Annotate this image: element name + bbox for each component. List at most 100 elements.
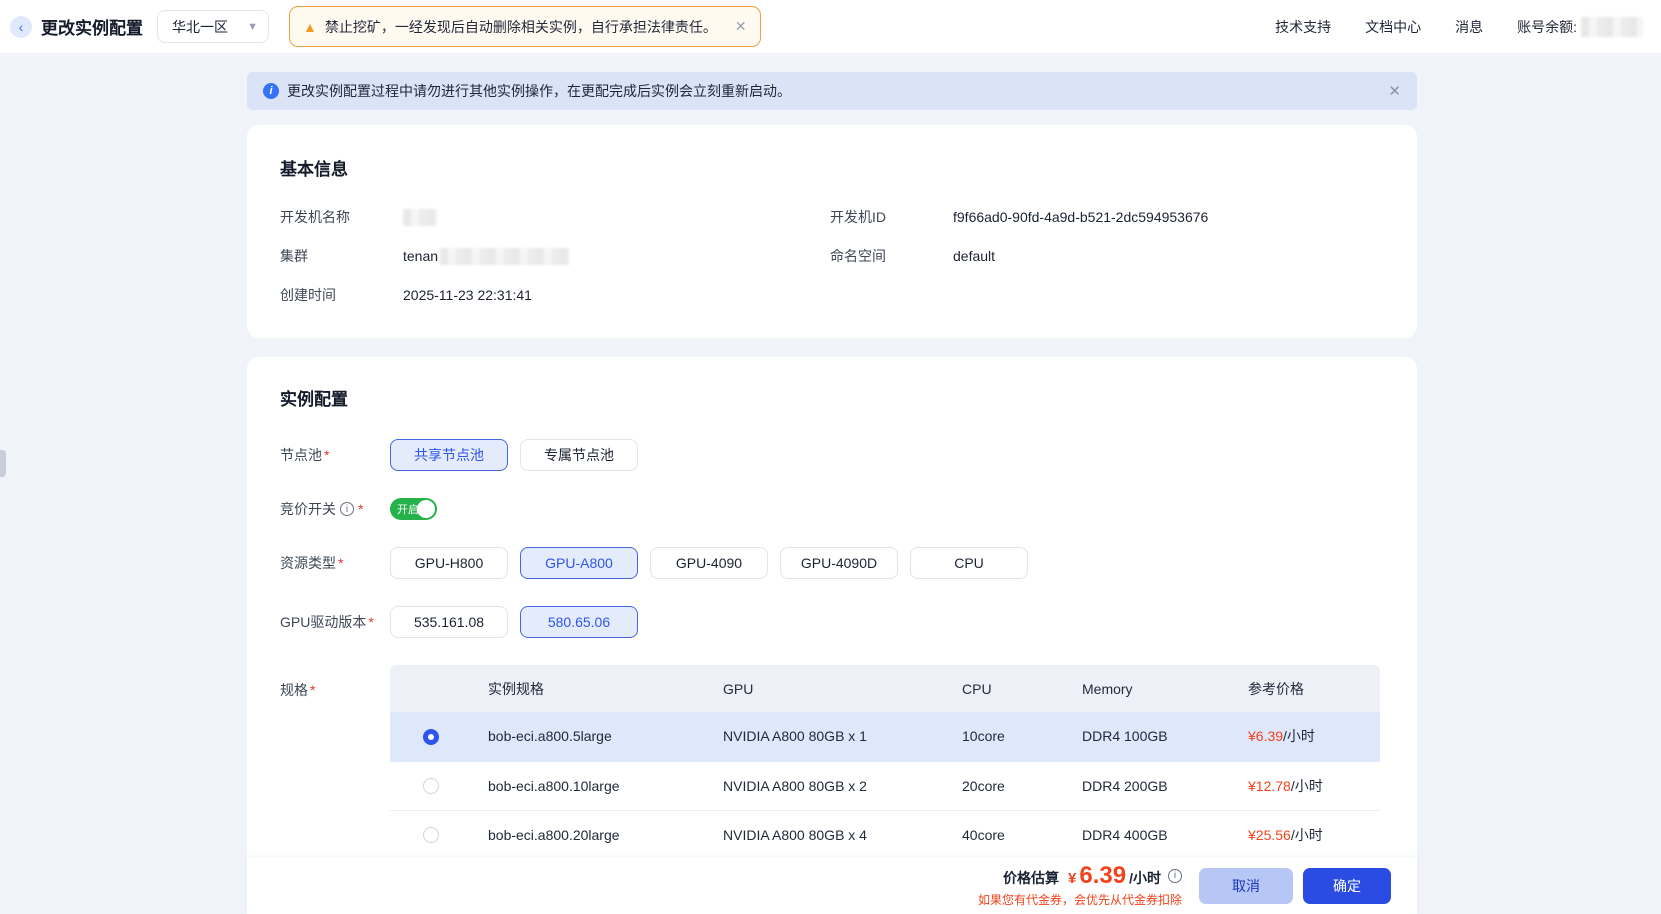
price-unit: /小时 (1129, 868, 1161, 888)
nav-support[interactable]: 技术支持 (1275, 17, 1331, 37)
resource-option-gpu-4090d[interactable]: GPU-4090D (780, 547, 898, 579)
warning-banner: ▲ 禁止挖矿，一经发现后自动删除相关实例，自行承担法律责任。 ✕ (289, 6, 761, 47)
spec-name: bob-eci.a800.5large (488, 712, 723, 761)
warning-text: 禁止挖矿，一经发现后自动删除相关实例，自行承担法律责任。 (325, 17, 717, 37)
spec-gpu: NVIDIA A800 80GB x 4 (723, 810, 962, 859)
account-balance-label: 账号余额: (1517, 17, 1577, 37)
spec-name: bob-eci.a800.20large (488, 810, 723, 859)
field-created-label: 创建时间 (280, 285, 403, 305)
field-dev-id: 开发机ID f9f66ad0-90fd-4a9d-b521-2dc5949536… (830, 207, 1384, 227)
coupon-note: 如果您有代金券，会优先从代金券扣除 (978, 891, 1182, 908)
node-pool-row: 节点池 共享节点池 专属节点池 (280, 439, 1384, 471)
dev-name-redacted (403, 209, 438, 226)
spec-label: 规格 (280, 680, 315, 700)
spec-gpu: NVIDIA A800 80GB x 1 (723, 712, 962, 761)
price-estimate-label: 价格估算 (1003, 868, 1059, 888)
nav-docs[interactable]: 文档中心 (1365, 17, 1421, 37)
spec-row[interactable]: bob-eci.a800.10large NVIDIA A800 80GB x … (390, 761, 1380, 810)
resource-type-label: 资源类型 (280, 553, 343, 573)
warning-close-icon[interactable]: ✕ (735, 18, 747, 35)
gpu-driver-row: GPU驱动版本 535.161.08 580.65.06 (280, 606, 1384, 638)
spot-switch-row: 竞价开关 i * 开启 (280, 498, 1384, 520)
spec-price: ¥6.39/小时 (1248, 712, 1380, 761)
namespace-value: default (953, 248, 995, 264)
price-info-icon[interactable]: i (1168, 869, 1182, 883)
back-button[interactable]: ‹ (10, 16, 32, 38)
spec-cpu: 40core (962, 810, 1082, 859)
basic-info-card: 基本信息 开发机名称 开发机ID f9f66ad0-90fd-4a9d-b521… (247, 125, 1417, 338)
spec-name: bob-eci.a800.10large (488, 761, 723, 810)
spot-toggle-state: 开启 (397, 501, 419, 517)
back-chevron-icon: ‹ (19, 17, 24, 37)
warning-triangle-icon: ▲ (303, 20, 317, 34)
spec-radio[interactable] (423, 729, 439, 745)
spec-col-gpu: GPU (723, 665, 962, 712)
nav-messages[interactable]: 消息 (1455, 17, 1483, 37)
spec-row[interactable]: bob-eci.a800.20large NVIDIA A800 80GB x … (390, 810, 1380, 859)
spot-info-icon[interactable]: i (340, 502, 354, 516)
spec-memory: DDR4 100GB (1082, 712, 1248, 761)
spec-memory: DDR4 200GB (1082, 761, 1248, 810)
top-nav: 技术支持 文档中心 消息 账号余额: (1275, 17, 1643, 37)
resource-option-gpu-a800[interactable]: GPU-A800 (520, 547, 638, 579)
field-created: 创建时间 2025-11-23 22:31:41 (280, 285, 830, 305)
spec-radio[interactable] (423, 827, 439, 843)
spec-col-memory: Memory (1082, 665, 1248, 712)
field-dev-name: 开发机名称 (280, 207, 830, 227)
spec-cpu: 20core (962, 761, 1082, 810)
field-cluster-label: 集群 (280, 246, 403, 266)
region-selector[interactable]: 华北一区 ▼ (157, 10, 269, 43)
instance-config-card: 实例配置 节点池 共享节点池 专属节点池 竞价开关 i * 开启 资源类型 GP… (247, 357, 1417, 914)
confirm-button[interactable]: 确定 (1303, 868, 1391, 904)
top-bar: ‹ 更改实例配置 华北一区 ▼ ▲ 禁止挖矿，一经发现后自动删除相关实例，自行承… (0, 0, 1661, 53)
basic-info-grid: 开发机名称 开发机ID f9f66ad0-90fd-4a9d-b521-2dc5… (280, 207, 1384, 305)
cluster-redacted (440, 248, 570, 265)
spec-row-wrap: 规格 实例规格 GPU CPU Memory 参考价格 bob-eci.a800… (280, 665, 1384, 860)
spec-cpu: 10core (962, 712, 1082, 761)
resource-option-gpu-h800[interactable]: GPU-H800 (390, 547, 508, 579)
resource-option-gpu-4090[interactable]: GPU-4090 (650, 547, 768, 579)
node-pool-option-dedicated[interactable]: 专属节点池 (520, 439, 638, 471)
account-balance: 账号余额: (1517, 17, 1643, 37)
driver-option-535[interactable]: 535.161.08 (390, 606, 508, 638)
account-balance-redacted (1581, 17, 1643, 37)
field-dev-id-label: 开发机ID (830, 207, 953, 227)
notice-banner: i 更改实例配置过程中请勿进行其他实例操作，在更配完成后实例会立刻重新启动。 ✕ (247, 72, 1417, 110)
spec-price: ¥25.56/小时 (1248, 810, 1380, 859)
node-pool-option-shared[interactable]: 共享节点池 (390, 439, 508, 471)
toggle-knob (417, 500, 435, 518)
page-title: 更改实例配置 (41, 14, 143, 39)
cluster-value-prefix: tenan (403, 248, 438, 264)
basic-info-title: 基本信息 (280, 155, 1384, 180)
field-dev-name-label: 开发机名称 (280, 207, 403, 227)
spec-row[interactable]: bob-eci.a800.5large NVIDIA A800 80GB x 1… (390, 712, 1380, 761)
dev-id-value: f9f66ad0-90fd-4a9d-b521-2dc594953676 (953, 209, 1208, 225)
price-amount: 6.39 (1079, 864, 1126, 888)
spec-radio[interactable] (423, 778, 439, 794)
spec-header-row: 实例规格 GPU CPU Memory 参考价格 (390, 665, 1380, 712)
region-selector-value: 华北一区 (172, 17, 228, 37)
field-namespace-label: 命名空间 (830, 246, 953, 266)
spec-memory: DDR4 400GB (1082, 810, 1248, 859)
driver-option-580[interactable]: 580.65.06 (520, 606, 638, 638)
spot-toggle[interactable]: 开启 (390, 498, 437, 520)
spec-col-name: 实例规格 (488, 665, 723, 712)
field-namespace: 命名空间 default (830, 246, 1384, 266)
spot-required-mark: * (358, 501, 363, 517)
spec-col-cpu: CPU (962, 665, 1082, 712)
info-icon: i (263, 83, 279, 99)
notice-text: 更改实例配置过程中请勿进行其他实例操作，在更配完成后实例会立刻重新启动。 (287, 81, 791, 101)
cancel-button[interactable]: 取消 (1199, 868, 1293, 904)
resource-option-cpu[interactable]: CPU (910, 547, 1028, 579)
notice-close-icon[interactable]: ✕ (1388, 82, 1401, 100)
spec-col-radio (390, 665, 488, 712)
price-estimate: 价格估算 ¥ 6.39 /小时 i 如果您有代金券，会优先从代金券扣除 (978, 864, 1182, 908)
spec-table: 实例规格 GPU CPU Memory 参考价格 bob-eci.a800.5l… (390, 665, 1380, 860)
footer-bar: 价格估算 ¥ 6.39 /小时 i 如果您有代金券，会优先从代金券扣除 取消 确… (247, 857, 1417, 914)
gpu-driver-label: GPU驱动版本 (280, 612, 374, 632)
instance-config-title: 实例配置 (280, 385, 1384, 410)
price-currency: ¥ (1068, 870, 1076, 887)
drawer-handle[interactable] (0, 450, 6, 477)
node-pool-label: 节点池 (280, 445, 329, 465)
spec-gpu: NVIDIA A800 80GB x 2 (723, 761, 962, 810)
